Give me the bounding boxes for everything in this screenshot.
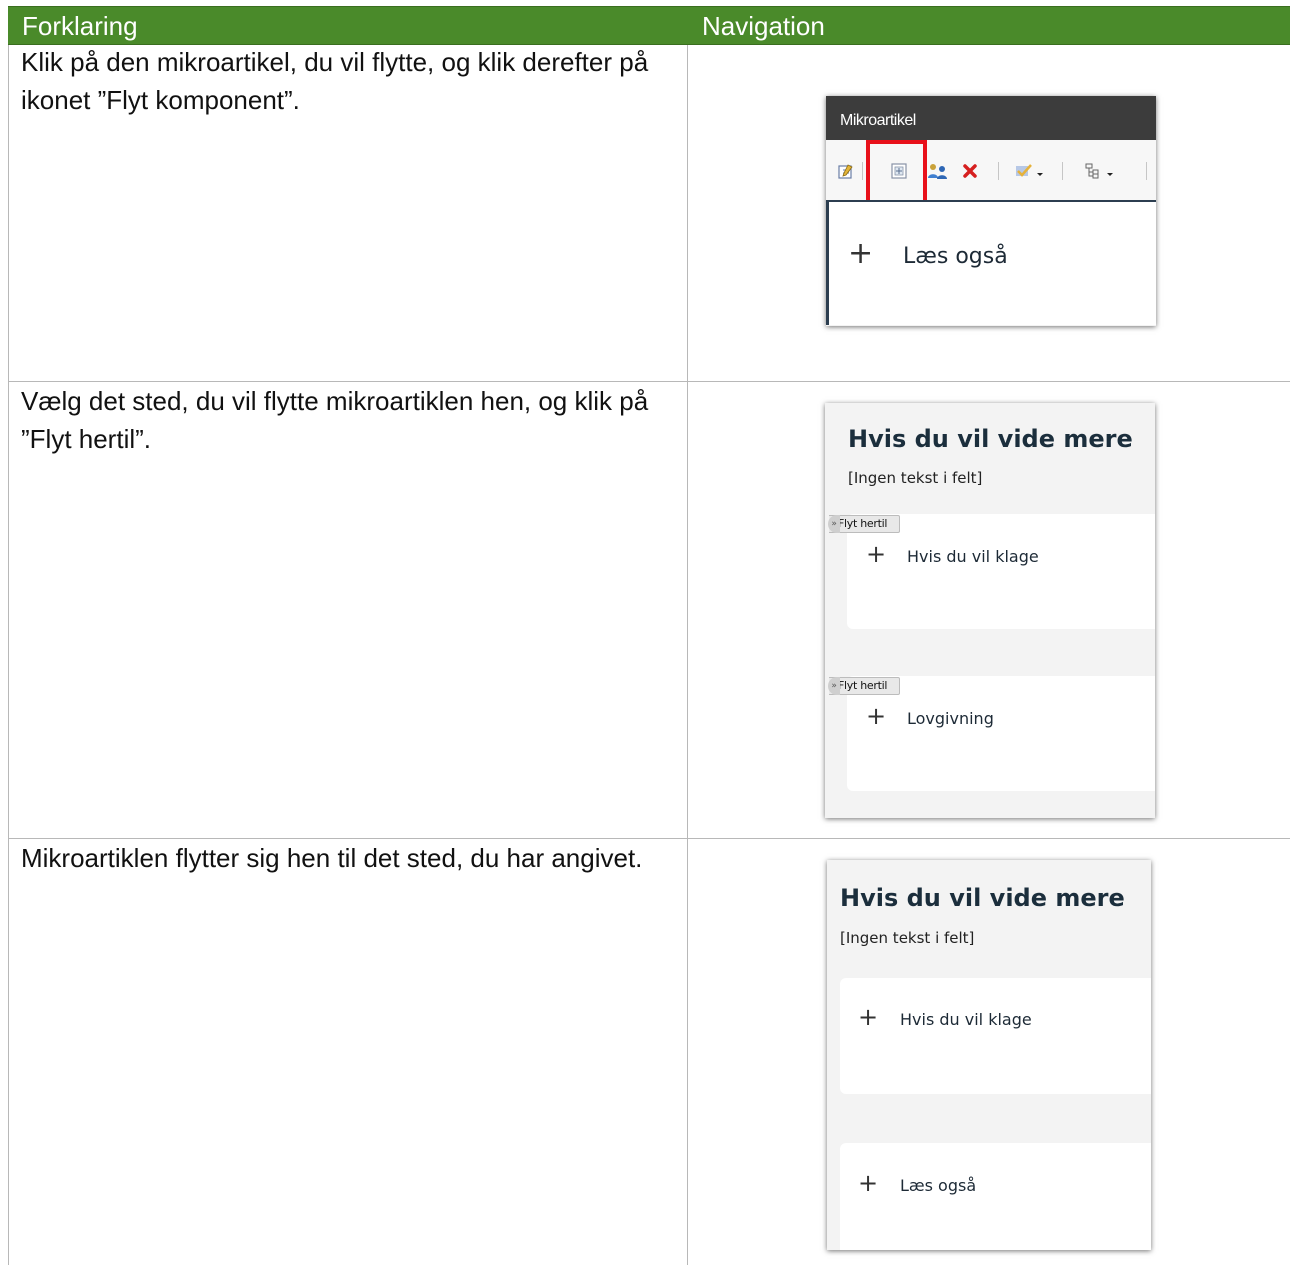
row-3-text: Mikroartiklen flytter sig hen til det st… [21, 843, 643, 873]
highlight-move-component [866, 140, 927, 204]
screenshot-microarticle-toolbar: Mikroartikel + Læs også [826, 96, 1156, 326]
microarticle-titlebar: Mikroartikel [826, 96, 1156, 140]
edit-icon[interactable] [836, 160, 856, 182]
move-here-button[interactable]: » Flyt hertil [828, 515, 901, 533]
structure-dropdown-icon[interactable] [1082, 160, 1116, 182]
chevrons-right-icon: » [828, 677, 840, 695]
section-subtitle: [Ingen tekst i felt] [840, 929, 975, 947]
screenshot-moved-result: Hvis du vil vide mere [Ingen tekst i fel… [827, 860, 1151, 1250]
table-border-left [8, 45, 9, 1265]
plus-icon[interactable]: + [866, 702, 886, 730]
chevrons-right-icon: » [828, 515, 840, 533]
row-1-text: Klik på den mikroartikel, du vil flytte,… [21, 47, 649, 115]
microarticle-card: + Læs også [840, 1143, 1151, 1250]
table-header: Forklaring Navigation [8, 6, 1290, 45]
microarticle-label[interactable]: Hvis du vil klage [900, 1010, 1032, 1029]
section-title: Hvis du vil vide mere [848, 425, 1133, 453]
section-title: Hvis du vil vide mere [840, 884, 1125, 912]
column-divider [687, 45, 688, 1265]
microarticle-label[interactable]: Læs også [900, 1176, 976, 1195]
toolbar-separator [862, 162, 863, 180]
microarticle-label[interactable]: Lovgivning [907, 709, 994, 728]
plus-icon[interactable]: + [866, 540, 886, 568]
users-icon[interactable] [926, 160, 950, 182]
toolbar-separator [998, 162, 999, 180]
header-navigation: Navigation [702, 11, 825, 41]
microarticle-body: + Læs også [826, 200, 1156, 325]
microarticle-label[interactable]: Læs også [903, 244, 1008, 269]
microarticle-card: + Hvis du vil klage [840, 978, 1151, 1094]
move-here-label: Flyt hertil [838, 679, 888, 692]
screenshot-move-here: Hvis du vil vide mere [Ingen tekst i fel… [825, 403, 1155, 818]
toolbar-separator [1146, 162, 1147, 180]
row-2-text: Vælg det sted, du vil flytte mikroartikl… [21, 386, 649, 454]
microarticle-label[interactable]: Hvis du vil klage [907, 547, 1039, 566]
move-here-button[interactable]: » Flyt hertil [828, 677, 901, 695]
approve-dropdown-icon[interactable] [1012, 160, 1046, 182]
move-here-label: Flyt hertil [838, 517, 888, 530]
plus-icon[interactable]: + [858, 1003, 878, 1031]
plus-icon[interactable]: + [858, 1169, 878, 1197]
delete-icon[interactable] [960, 160, 980, 182]
plus-icon[interactable]: + [848, 236, 873, 271]
section-subtitle: [Ingen tekst i felt] [848, 469, 983, 487]
toolbar-separator [1062, 162, 1063, 180]
header-forklaring: Forklaring [22, 11, 138, 41]
instruction-table: Forklaring Navigation Klik på den mikroa… [8, 6, 1290, 1265]
